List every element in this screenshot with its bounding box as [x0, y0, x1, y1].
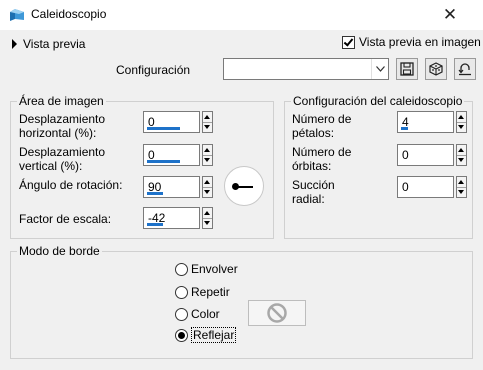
orbits-input[interactable]: 0 — [397, 144, 454, 166]
rotation-input[interactable]: 90 — [143, 176, 200, 198]
save-preset-button[interactable] — [396, 58, 418, 80]
checkmark-icon — [343, 35, 354, 47]
radio-color[interactable]: Color — [175, 306, 220, 322]
radio-wrap-button[interactable] — [175, 262, 188, 276]
radio-repeat-button[interactable] — [175, 285, 188, 299]
petals-label-2: pétalos: — [292, 126, 335, 140]
disabled-icon — [267, 303, 287, 323]
border-mode-group: Modo de borde — [10, 244, 473, 359]
radio-reflect-label: Reflejar — [191, 327, 237, 343]
rotation-label: Ángulo de rotación: — [19, 178, 123, 192]
reset-icon — [458, 63, 471, 76]
dial-handle[interactable] — [232, 183, 239, 190]
radio-repeat[interactable]: Repetir — [175, 284, 230, 300]
orbits-spinner[interactable]: 0 — [397, 144, 467, 166]
orbits-value: 0 — [402, 148, 409, 162]
suction-stepper[interactable] — [456, 176, 467, 198]
close-icon: ✕ — [442, 5, 458, 24]
checkbox-box[interactable] — [342, 35, 355, 49]
orbits-label-1: Número de — [292, 145, 352, 159]
petals-label-1: Número de — [292, 112, 352, 126]
radio-color-button[interactable] — [175, 307, 188, 321]
scale-spinner[interactable]: -42 — [143, 207, 213, 229]
preview-in-image-label: Vista previa en imagen — [359, 35, 481, 49]
h-offset-stepper[interactable] — [202, 111, 213, 133]
radio-wrap-label: Envolver — [191, 262, 238, 276]
h-offset-input[interactable]: 0 — [143, 111, 200, 133]
rotation-spinner[interactable]: 90 — [143, 176, 213, 198]
rotation-bar — [147, 192, 163, 195]
h-offset-spinner[interactable]: 0 — [143, 111, 213, 133]
suction-value: 0 — [402, 180, 409, 194]
kaleidoscope-title: Configuración del caleidoscopio — [291, 94, 465, 108]
preview-toggle[interactable]: Vista previa — [12, 36, 85, 52]
suction-label-1: Succión — [292, 178, 335, 192]
reset-button[interactable] — [454, 58, 476, 80]
v-offset-label-2: vertical (%): — [19, 159, 83, 173]
petals-stepper[interactable] — [456, 111, 467, 133]
expand-triangle-icon — [12, 39, 17, 49]
rotation-dial[interactable] — [224, 166, 264, 206]
scale-bar — [147, 223, 163, 226]
image-area-title: Área de imagen — [17, 94, 106, 108]
scale-label: Factor de escala: — [19, 212, 112, 226]
load-preset-button[interactable] — [425, 58, 447, 80]
petals-spinner[interactable]: 4 — [397, 111, 467, 133]
preview-toggle-label: Vista previa — [23, 37, 86, 51]
radio-reflect-button[interactable] — [175, 328, 188, 342]
border-mode-title: Modo de borde — [17, 244, 102, 258]
suction-input[interactable]: 0 — [397, 176, 454, 198]
border-color-swatch[interactable] — [248, 300, 306, 326]
config-label: Configuración — [116, 63, 191, 77]
v-offset-bar — [147, 160, 180, 163]
orbits-label-2: órbitas: — [292, 159, 332, 173]
chevron-down-icon[interactable] — [371, 59, 388, 79]
rotation-stepper[interactable] — [202, 176, 213, 198]
h-offset-label-1: Desplazamiento — [19, 112, 106, 126]
h-offset-label-2: horizontal (%): — [19, 126, 97, 140]
v-offset-input[interactable]: 0 — [143, 144, 200, 166]
petals-input[interactable]: 4 — [397, 111, 454, 133]
window-title: Caleidoscopio — [31, 7, 107, 21]
orbits-stepper[interactable] — [456, 144, 467, 166]
suction-label-2: radial: — [292, 192, 325, 206]
dialog-body: Vista previa Vista previa en imagen Conf… — [0, 30, 483, 370]
title-bar: Caleidoscopio ✕ — [0, 0, 483, 30]
config-preset-dropdown[interactable] — [223, 58, 389, 80]
kaleidoscope-app-icon — [10, 9, 24, 21]
suction-spinner[interactable]: 0 — [397, 176, 467, 198]
radio-color-label: Color — [191, 307, 220, 321]
close-button[interactable]: ✕ — [430, 0, 470, 30]
radio-reflect[interactable]: Reflejar — [175, 327, 237, 343]
v-offset-label-1: Desplazamiento — [19, 145, 106, 159]
scale-stepper[interactable] — [202, 207, 213, 229]
v-offset-stepper[interactable] — [202, 144, 213, 166]
h-offset-bar — [147, 127, 180, 130]
v-offset-spinner[interactable]: 0 — [143, 144, 213, 166]
preview-in-image-checkbox[interactable]: Vista previa en imagen — [342, 35, 481, 49]
scale-input[interactable]: -42 — [143, 207, 200, 229]
petals-bar — [401, 127, 408, 130]
radio-wrap[interactable]: Envolver — [175, 261, 238, 277]
load-preset-icon — [429, 62, 443, 76]
save-icon — [400, 62, 414, 76]
radio-repeat-label: Repetir — [191, 285, 230, 299]
